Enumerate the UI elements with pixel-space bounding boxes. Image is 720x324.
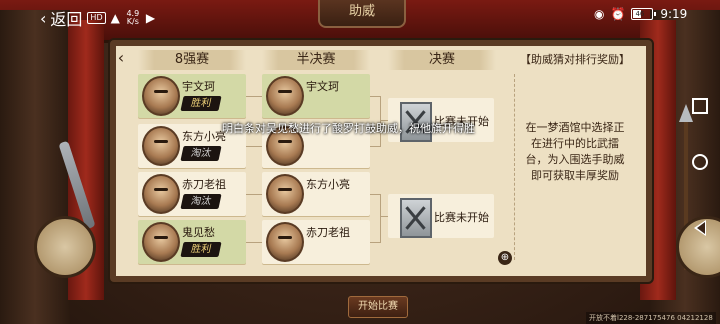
player-name: 赤刀老祖	[182, 178, 226, 191]
player-name: 赤刀老祖	[306, 226, 350, 239]
bracket-line	[370, 146, 380, 147]
avatar	[266, 174, 304, 214]
status-left: ‹ 返回 HD ▲ 4.9 K/s ▶	[40, 6, 155, 30]
avatar	[266, 76, 304, 116]
r1-player-4[interactable]: 鬼见愁 胜利	[138, 220, 246, 264]
avatar	[142, 76, 180, 116]
bracket-line	[380, 216, 388, 217]
status-bar: ‹ 返回 HD ▲ 4.9 K/s ▶ ◉ ⏰ 46 9:19	[0, 0, 720, 30]
result-badge-win: 胜利	[180, 242, 222, 257]
avatar	[142, 126, 180, 166]
r1-player-1[interactable]: 宇文珂 胜利	[138, 74, 246, 118]
result-badge-lose: 淘汰	[180, 146, 222, 161]
signal-icon: ▲	[110, 11, 120, 25]
bracket-line	[370, 242, 380, 243]
back-button[interactable]: ‹ 返回	[40, 6, 82, 30]
hd-badge: HD	[87, 12, 106, 24]
reward-description: 在一梦酒馆中选择正在进行中的比武擂台，为入围选手助威即可获取丰厚奖励	[525, 121, 625, 182]
bracket-line	[370, 96, 380, 97]
result-badge-lose: 淘汰	[180, 194, 222, 209]
header-semifinal: 半决赛	[262, 50, 370, 70]
net-speed-unit: K/s	[126, 17, 139, 26]
r2-player-1[interactable]: 宇文珂	[262, 74, 370, 118]
header-final: 决赛	[388, 50, 496, 70]
r1-player-3[interactable]: 赤刀老祖 淘汰	[138, 172, 246, 216]
bracket-line	[246, 96, 262, 97]
back-label: 返回	[50, 10, 83, 29]
player-name: 东方小亮	[182, 130, 226, 143]
reward-box: 在一梦酒馆中选择正在进行中的比武擂台，为入围选手助威即可获取丰厚奖励	[514, 74, 637, 260]
avatar	[266, 222, 304, 262]
alarm-icon: ⏰	[610, 7, 626, 21]
avatar	[142, 174, 180, 214]
collapse-arrow-icon[interactable]: ‹	[114, 48, 128, 68]
recent-apps-icon[interactable]	[692, 98, 708, 114]
back-arrow-icon: ‹	[40, 8, 47, 28]
status-right: ◉ ⏰ 46 9:19	[594, 7, 687, 21]
bracket-line	[370, 194, 380, 195]
battery-tip	[654, 12, 657, 16]
left-drum-icon	[34, 216, 96, 278]
cheer-bulletin[interactable]: 明白条对吴见愁进行了酸罗打鼓助威，祝他旗开得胜	[222, 120, 475, 136]
clock: 9:19	[660, 7, 688, 21]
watermark: 开放不着l228-287175476 04212128	[586, 312, 716, 324]
player-name: 宇文珂	[182, 80, 215, 93]
reward-title: 【助威猜对排行奖励】	[520, 53, 630, 66]
home-icon[interactable]	[692, 154, 708, 170]
crossed-swords-icon	[400, 198, 432, 238]
zoom-icon[interactable]: ⊕	[498, 251, 512, 265]
battery-text: 46	[635, 10, 645, 18]
start-match-button[interactable]: 开始比赛	[348, 296, 408, 318]
bracket-line	[380, 194, 381, 243]
bracket-line	[246, 194, 262, 195]
bracket-line	[246, 242, 262, 243]
player-name: 东方小亮	[306, 178, 350, 191]
final-match-2[interactable]: 比赛未开始	[388, 194, 494, 238]
player-name: 宇文珂	[306, 80, 339, 93]
header-round-of-8: 8强赛	[138, 50, 246, 70]
bracket-panel: ‹ 8强赛 半决赛 决赛 宇文珂 胜利 东方小亮 淘汰 赤刀老祖 淘汰 鬼见愁 …	[110, 40, 652, 282]
r2-player-3[interactable]: 东方小亮	[262, 172, 370, 216]
net-speed: 4.9 K/s	[125, 10, 141, 26]
back-nav-icon[interactable]	[694, 220, 706, 236]
avatar	[142, 222, 180, 262]
match-status: 比赛未开始	[434, 211, 489, 224]
eye-icon: ◉	[594, 7, 605, 21]
player-name: 鬼见愁	[182, 226, 215, 239]
bracket-line	[246, 146, 262, 147]
media-icon: ▶	[145, 11, 156, 25]
r2-player-4[interactable]: 赤刀老祖	[262, 220, 370, 264]
result-badge-win: 胜利	[180, 96, 222, 111]
